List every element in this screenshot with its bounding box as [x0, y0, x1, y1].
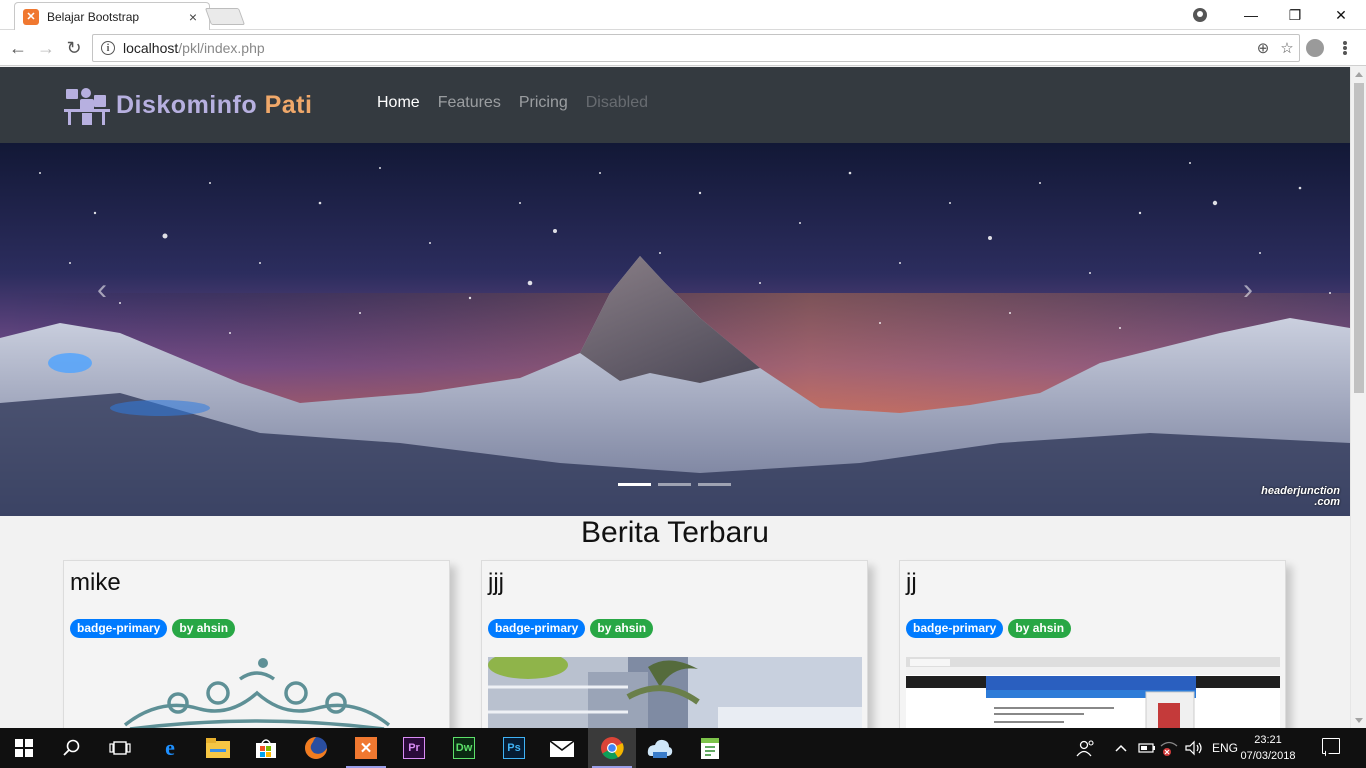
- badge-author: by ahsin: [1008, 619, 1072, 638]
- clock-time: 23:21: [1254, 734, 1282, 746]
- nav-home[interactable]: Home: [377, 94, 420, 112]
- language-indicator[interactable]: ENG: [1212, 728, 1238, 768]
- people-icon[interactable]: [1076, 728, 1096, 768]
- badge-author: by ahsin: [172, 619, 236, 638]
- battery-icon[interactable]: [1138, 728, 1156, 768]
- brand-logo-icon: [64, 83, 110, 127]
- card-title[interactable]: mike: [70, 569, 121, 597]
- section-title: Berita Terbaru: [581, 516, 769, 549]
- network-disconnected-icon[interactable]: [1160, 728, 1178, 768]
- xampp-icon[interactable]: ✕: [342, 728, 390, 768]
- carousel-prev-icon[interactable]: ‹: [90, 273, 114, 306]
- news-card[interactable]: jj badge-primary by ahsin: [899, 560, 1286, 728]
- profile-icon[interactable]: [1190, 5, 1210, 25]
- brand-word-1: Diskominfo: [116, 90, 258, 119]
- xampp-favicon-icon: ✕: [23, 8, 39, 25]
- chrome-icon[interactable]: [588, 728, 636, 768]
- dreamweaver-icon[interactable]: Dw: [440, 728, 488, 768]
- tab-title: Belajar Bootstrap: [47, 9, 140, 24]
- close-window-button[interactable]: ✕: [1318, 0, 1364, 30]
- clock-date: 07/03/2018: [1240, 750, 1296, 762]
- premiere-icon[interactable]: Pr: [390, 728, 438, 768]
- page-scrollbar[interactable]: [1350, 67, 1366, 728]
- browser-tab[interactable]: ✕ Belajar Bootstrap ×: [14, 2, 210, 30]
- badge-author: by ahsin: [590, 619, 654, 638]
- card-image: [70, 657, 444, 728]
- image-watermark: headerjunction .com: [1261, 485, 1340, 508]
- notepad-icon[interactable]: [686, 728, 734, 768]
- firefox-icon[interactable]: [292, 728, 340, 768]
- cloud-app-icon[interactable]: [636, 728, 684, 768]
- reload-icon[interactable]: ↻: [62, 36, 86, 60]
- brand-word-2: Pati: [264, 90, 313, 119]
- task-view-icon[interactable]: [96, 728, 144, 768]
- windows-taskbar: e ✕ Pr Dw Ps ENG 23:21 07/03/2018: [0, 728, 1366, 768]
- card-image: [488, 657, 862, 728]
- scrollbar-thumb[interactable]: [1354, 83, 1364, 393]
- carousel-slide-image: [0, 143, 1350, 516]
- zoom-icon[interactable]: ⊕: [1251, 39, 1275, 57]
- badge-category: badge-primary: [488, 619, 586, 638]
- card-title[interactable]: jj: [906, 569, 917, 597]
- search-icon[interactable]: [48, 728, 96, 768]
- carousel-indicator-2[interactable]: [658, 483, 691, 486]
- minimize-button[interactable]: —: [1228, 0, 1274, 30]
- nav-disabled: Disabled: [585, 94, 648, 111]
- start-icon[interactable]: [0, 728, 48, 768]
- carousel-next-icon[interactable]: ›: [1236, 273, 1260, 306]
- tab-close-icon[interactable]: ×: [185, 9, 201, 25]
- extension-icon[interactable]: [1306, 39, 1324, 57]
- hero-carousel[interactable]: ‹ › headerjunction .com: [0, 143, 1350, 516]
- new-tab-button[interactable]: [204, 8, 246, 25]
- card-image: [906, 657, 1280, 728]
- info-icon[interactable]: i: [101, 41, 115, 55]
- taskbar-clock[interactable]: 23:21 07/03/2018: [1240, 732, 1296, 764]
- edge-icon[interactable]: e: [146, 728, 194, 768]
- bookmark-star-icon[interactable]: ☆: [1275, 39, 1299, 57]
- chrome-menu-icon[interactable]: [1338, 38, 1352, 58]
- mail-icon[interactable]: [538, 728, 586, 768]
- maximize-button[interactable]: ❐: [1272, 0, 1318, 30]
- carousel-indicator-1[interactable]: [618, 483, 651, 486]
- photoshop-icon[interactable]: Ps: [490, 728, 538, 768]
- news-card[interactable]: mike badge-primary by ahsin: [63, 560, 450, 728]
- address-bar[interactable]: i localhost/pkl/index.php ⊕ ☆: [92, 34, 1300, 62]
- store-icon[interactable]: [242, 728, 290, 768]
- scroll-down-icon[interactable]: [1355, 718, 1363, 723]
- show-hidden-icons-chevron-icon[interactable]: [1114, 728, 1128, 768]
- back-arrow-icon[interactable]: ←: [6, 36, 30, 60]
- nav-pricing[interactable]: Pricing: [519, 94, 568, 112]
- carousel-indicators: [618, 483, 731, 486]
- browser-toolbar: ← → ↻ i localhost/pkl/index.php ⊕ ☆: [0, 30, 1366, 66]
- news-card[interactable]: jjj badge-primary by ahsin: [481, 560, 868, 728]
- nav-features[interactable]: Features: [438, 94, 501, 112]
- badge-category: badge-primary: [906, 619, 1004, 638]
- scroll-up-icon[interactable]: [1355, 72, 1363, 77]
- nav-links: Home Features Pricing Disabled: [377, 94, 648, 112]
- card-title[interactable]: jjj: [488, 569, 504, 597]
- file-explorer-icon[interactable]: [194, 728, 242, 768]
- badge-category: badge-primary: [70, 619, 168, 638]
- page-viewport: Diskominfo Pati Home Features Pricing Di…: [0, 67, 1350, 728]
- browser-tabstrip: ✕ Belajar Bootstrap × — ❐ ✕: [0, 0, 1366, 30]
- carousel-indicator-3[interactable]: [698, 483, 731, 486]
- brand-logo[interactable]: Diskominfo Pati: [64, 83, 312, 127]
- site-navbar: Diskominfo Pati Home Features Pricing Di…: [0, 67, 1350, 143]
- url-text[interactable]: localhost/pkl/index.php: [123, 40, 1251, 56]
- volume-icon[interactable]: [1184, 728, 1204, 768]
- action-center-icon[interactable]: [1322, 738, 1340, 754]
- forward-arrow-icon[interactable]: →: [34, 36, 58, 60]
